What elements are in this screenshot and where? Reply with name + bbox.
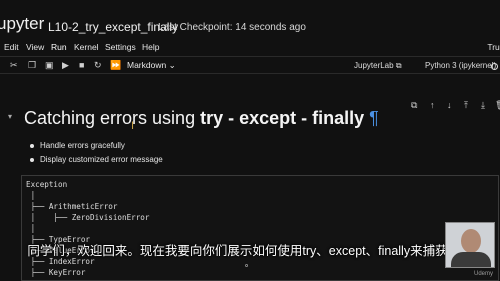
chevron-down-icon: ⌄ bbox=[168, 60, 176, 70]
tree-line: ├── KeyError bbox=[26, 268, 86, 277]
menu-run[interactable]: Run bbox=[51, 42, 67, 52]
menu-help[interactable]: Help bbox=[142, 42, 159, 52]
menu-edit[interactable]: Edit bbox=[4, 42, 19, 52]
run-icon[interactable]: ▶ bbox=[62, 60, 69, 71]
presenter-webcam bbox=[445, 222, 495, 268]
tree-line: Exception bbox=[26, 180, 68, 189]
subtitle-continuation: 。 bbox=[245, 259, 253, 268]
tree-line: │ bbox=[26, 191, 36, 200]
move-down-icon[interactable]: ↓ bbox=[447, 100, 452, 110]
presenter-head bbox=[461, 229, 481, 253]
exception-tree: Exception │ ├── ArithmeticError │ ├── Ze… bbox=[26, 179, 149, 278]
list-item: Display customized error message bbox=[30, 155, 163, 164]
collapse-icon[interactable]: ▾ bbox=[8, 112, 12, 121]
restart-icon[interactable]: ↻ bbox=[94, 60, 102, 71]
insert-below-icon[interactable]: ⤓ bbox=[481, 100, 485, 111]
udemy-watermark: Udemy bbox=[474, 271, 494, 277]
heading-text: Catching errors using bbox=[24, 108, 201, 128]
video-subtitle: 同学们，欢迎回来。现在我要向你们展示如何使用try、except、finally… bbox=[27, 244, 473, 258]
jupyter-logo[interactable]: upyter bbox=[0, 14, 44, 34]
open-jupyterlab-button[interactable]: JupyterLab ⧉ bbox=[354, 61, 402, 71]
move-up-icon[interactable]: ↑ bbox=[430, 100, 435, 110]
text-cursor-icon: I bbox=[131, 120, 135, 132]
paste-icon[interactable]: ▣ bbox=[45, 60, 54, 71]
tree-line: ├── ArithmeticError bbox=[26, 202, 118, 211]
presenter-body bbox=[451, 252, 491, 267]
checkpoint-status: Last Checkpoint: 14 seconds ago bbox=[158, 22, 306, 33]
menu-bar: Edit View Run Kernel Settings Help Trus bbox=[0, 40, 500, 55]
cell-heading: Catching errors using try - except - fin… bbox=[24, 108, 379, 129]
duplicate-cell-icon[interactable]: ⧉ bbox=[411, 100, 417, 111]
insert-above-icon[interactable]: ⤒ bbox=[464, 100, 468, 111]
tree-line: │ ├── ZeroDivisionError bbox=[26, 213, 150, 222]
stop-icon[interactable]: ■ bbox=[79, 60, 84, 70]
fast-forward-icon[interactable]: ⏩ bbox=[110, 60, 121, 71]
tree-line: │ bbox=[26, 224, 36, 233]
trusted-indicator[interactable]: Trus bbox=[487, 42, 500, 52]
cell-type-label: Markdown bbox=[127, 60, 167, 70]
external-link-icon: ⧉ bbox=[395, 61, 402, 70]
cell-type-select[interactable]: Markdown ⌄ bbox=[127, 60, 176, 71]
kernel-name[interactable]: Python 3 (ipykernel) bbox=[425, 61, 496, 70]
delete-cell-icon[interactable]: 🗑 bbox=[495, 100, 500, 111]
menu-view[interactable]: View bbox=[26, 42, 44, 52]
jupyterlab-label: JupyterLab bbox=[354, 61, 394, 70]
title-bar: upyter L10-2_try_except_finally Last Che… bbox=[0, 0, 500, 40]
copy-icon[interactable]: ❐ bbox=[28, 60, 36, 71]
notebook-toolbar: ✂ ❐ ▣ ▶ ■ ↻ ⏩ Markdown ⌄ JupyterLab ⧉ Py… bbox=[0, 56, 500, 74]
menu-kernel[interactable]: Kernel bbox=[74, 42, 99, 52]
cut-icon[interactable]: ✂ bbox=[10, 60, 18, 71]
bullet-list: Handle errors gracefully Display customi… bbox=[30, 141, 163, 169]
anchor-link[interactable]: ¶ bbox=[369, 108, 379, 128]
kernel-status-icon bbox=[491, 63, 498, 70]
menu-settings[interactable]: Settings bbox=[105, 42, 136, 52]
heading-bold-text: try - except - finally bbox=[200, 108, 365, 128]
list-item: Handle errors gracefully bbox=[30, 141, 163, 150]
exception-hierarchy-block: Exception │ ├── ArithmeticError │ ├── Ze… bbox=[21, 175, 499, 281]
